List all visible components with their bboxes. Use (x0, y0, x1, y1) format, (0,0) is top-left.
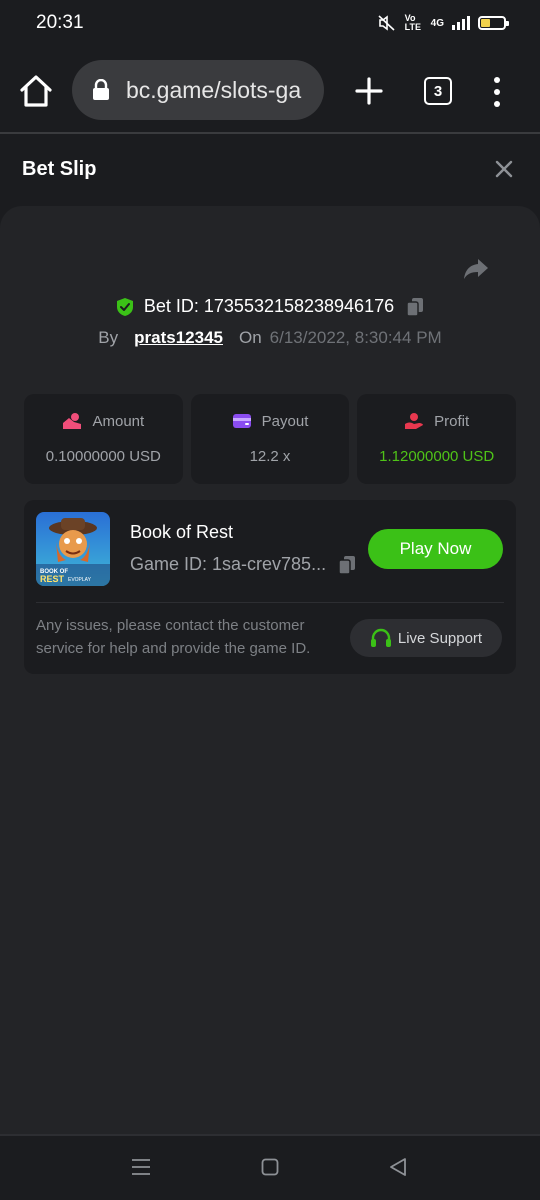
coins-icon (63, 413, 82, 429)
profit-hand-icon (405, 413, 424, 429)
stat-label: Amount (92, 412, 145, 430)
address-bar[interactable]: bc.game/slots-ga (72, 60, 324, 120)
browser-toolbar: bc.game/slots-ga 3 (0, 46, 540, 132)
new-tab-icon[interactable] (354, 76, 384, 106)
shield-check-icon (116, 297, 133, 316)
game-title[interactable]: Book of Rest (130, 522, 233, 543)
bet-id: Bet ID: 1735532158238946176 (143, 296, 395, 316)
bet-stats: Amount 0.10000000 USD Payout 12.2 x Prof… (24, 394, 517, 484)
bet-slip-header: Bet Slip (0, 134, 540, 204)
live-support-label: Live Support (397, 629, 483, 647)
status-bar: 20:31 Vo LTE 4G (0, 0, 540, 46)
battery-icon (478, 16, 509, 30)
stat-card-profit: Profit 1.12000000 USD (357, 394, 517, 484)
back-icon[interactable] (389, 1157, 407, 1177)
more-menu-icon[interactable] (491, 76, 503, 108)
volte-label: Vo LTE (404, 13, 421, 32)
live-support-button[interactable]: Live Support (350, 619, 502, 657)
page-title: Bet Slip (22, 158, 97, 180)
copy-icon[interactable] (406, 297, 424, 317)
card-divider (36, 602, 504, 603)
on-label: On (238, 328, 262, 347)
bet-date: 6/13/2022, 8:30:44 PM (269, 328, 442, 347)
close-icon[interactable] (494, 159, 514, 179)
username-link[interactable]: prats12345 (134, 328, 223, 348)
by-label: By (98, 328, 119, 347)
headset-icon (370, 628, 391, 647)
stat-value: 0.10000000 USD (45, 448, 161, 465)
stat-value: 12.2 x (249, 448, 291, 465)
bet-slip-panel: Bet ID: 1735532158238946176 By prats1234… (0, 206, 540, 1136)
stat-label: Payout (261, 412, 309, 430)
lock-icon (93, 79, 109, 100)
recent-apps-icon[interactable] (131, 1158, 151, 1176)
status-icons: Vo LTE 4G (377, 13, 509, 32)
system-nav-bar (0, 1136, 540, 1200)
network-label: 4G (430, 17, 444, 29)
stat-card-amount: Amount 0.10000000 USD (24, 394, 183, 484)
game-id: Game ID: 1sa-crev785... (130, 554, 327, 574)
svg-text:EVOPLAY: EVOPLAY (68, 577, 92, 583)
mute-icon (378, 15, 395, 31)
signal-icon (452, 16, 470, 30)
battery-level (481, 19, 490, 27)
game-thumbnail[interactable]: BOOK OF REST EVOPLAY (36, 512, 110, 586)
share-icon[interactable] (463, 258, 489, 280)
svg-text:REST: REST (40, 574, 65, 584)
wallet-icon (232, 414, 251, 428)
home-icon[interactable] (18, 74, 54, 108)
bet-id-row: Bet ID: 1735532158238946176 (0, 296, 540, 317)
support-hint: Any issues, please contact the customer … (36, 617, 311, 657)
tab-switcher-button[interactable]: 3 (424, 77, 452, 105)
play-now-button[interactable]: Play Now (368, 529, 503, 569)
url-text: bc.game/slots-ga (126, 76, 302, 103)
bet-meta-row: By prats12345 On 6/13/2022, 8:30:44 PM (0, 328, 540, 348)
stat-value: 1.12000000 USD (379, 448, 495, 465)
game-id-row: Game ID: 1sa-crev785... (130, 554, 356, 575)
game-card: BOOK OF REST EVOPLAY Book of Rest Game I… (24, 500, 516, 674)
status-time: 20:31 (36, 12, 84, 33)
nav-home-icon[interactable] (261, 1158, 279, 1176)
stat-label: Profit (434, 412, 470, 430)
stat-card-payout: Payout 12.2 x (190, 394, 350, 484)
copy-icon[interactable] (338, 555, 356, 575)
